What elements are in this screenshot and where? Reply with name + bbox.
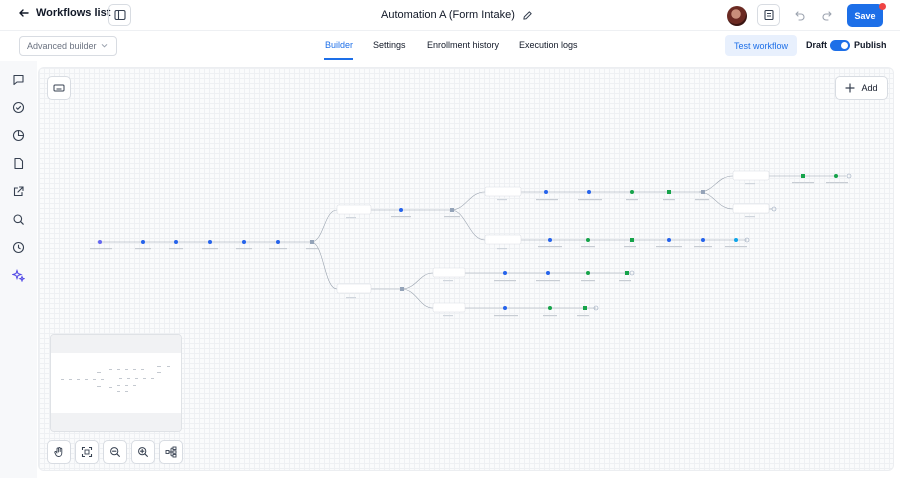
- builder-mode-value: Advanced builder: [27, 41, 97, 51]
- sidebar-icon: [113, 9, 126, 21]
- test-workflow-button[interactable]: Test workflow: [725, 35, 797, 56]
- chat-icon[interactable]: [12, 73, 25, 86]
- pie-chart-icon[interactable]: [12, 129, 25, 142]
- avatar[interactable]: [727, 6, 747, 26]
- pan-mode-button[interactable]: [47, 440, 71, 464]
- zoom-in-icon: [138, 447, 148, 457]
- zoom-in-button[interactable]: [131, 440, 155, 464]
- tab-execution-logs[interactable]: Execution logs: [519, 40, 578, 50]
- back-to-workflows-button[interactable]: Workflows list: [18, 7, 110, 19]
- hand-icon: [54, 446, 63, 457]
- zoom-out-button[interactable]: [103, 440, 127, 464]
- sidebar-toggle-button[interactable]: [108, 4, 131, 26]
- document-list-icon: [763, 9, 774, 21]
- tab-builder[interactable]: Builder: [325, 40, 353, 50]
- chevron-down-icon: [101, 44, 108, 48]
- sparkles-icon[interactable]: [11, 268, 26, 283]
- top-bar: Workflows list Automation A (Form Intake…: [0, 0, 900, 31]
- pencil-icon[interactable]: [522, 10, 533, 21]
- builder-toolbar: Advanced builder Builder Settings Enroll…: [0, 31, 900, 61]
- workflow-title-text: Automation A (Form Intake): [381, 9, 515, 21]
- auto-layout-button[interactable]: [159, 440, 183, 464]
- save-button[interactable]: Save: [847, 4, 883, 27]
- unsaved-indicator: [879, 3, 886, 10]
- check-circle-icon[interactable]: [12, 101, 25, 114]
- search-icon[interactable]: [12, 213, 25, 226]
- builder-mode-select[interactable]: Advanced builder: [19, 36, 117, 56]
- undo-icon: [794, 11, 804, 21]
- tab-settings[interactable]: Settings: [373, 40, 406, 50]
- publish-label: Publish: [854, 40, 887, 50]
- back-label: Workflows list: [36, 7, 111, 19]
- undo-button[interactable]: [788, 4, 811, 26]
- fit-view-icon: [81, 446, 93, 458]
- minimap[interactable]: [50, 334, 182, 432]
- clock-history-icon[interactable]: [12, 241, 25, 254]
- zoom-out-icon: [110, 447, 120, 457]
- tab-enrollment-history[interactable]: Enrollment history: [427, 40, 499, 50]
- add-node-button[interactable]: Add: [835, 76, 888, 100]
- fit-view-button[interactable]: [75, 440, 99, 464]
- external-link-icon[interactable]: [12, 185, 25, 198]
- keyboard-shortcuts-button[interactable]: [47, 76, 71, 100]
- arrow-left-icon: [19, 9, 29, 17]
- keyboard-icon: [53, 84, 65, 92]
- plus-icon: [845, 83, 856, 93]
- minimap-shade-bottom: [51, 413, 181, 431]
- workflow-title: Automation A (Form Intake): [381, 9, 533, 21]
- left-rail: [0, 61, 37, 478]
- file-icon[interactable]: [12, 157, 25, 170]
- add-label: Add: [861, 83, 878, 93]
- workflow-canvas[interactable]: Add: [38, 67, 894, 471]
- draft-label: Draft: [806, 40, 828, 50]
- active-tab-indicator: [324, 58, 353, 60]
- notes-button[interactable]: [757, 4, 780, 26]
- publish-toggle[interactable]: [830, 40, 850, 51]
- redo-icon: [822, 11, 832, 21]
- auto-layout-icon: [165, 446, 177, 458]
- redo-button[interactable]: [815, 4, 838, 26]
